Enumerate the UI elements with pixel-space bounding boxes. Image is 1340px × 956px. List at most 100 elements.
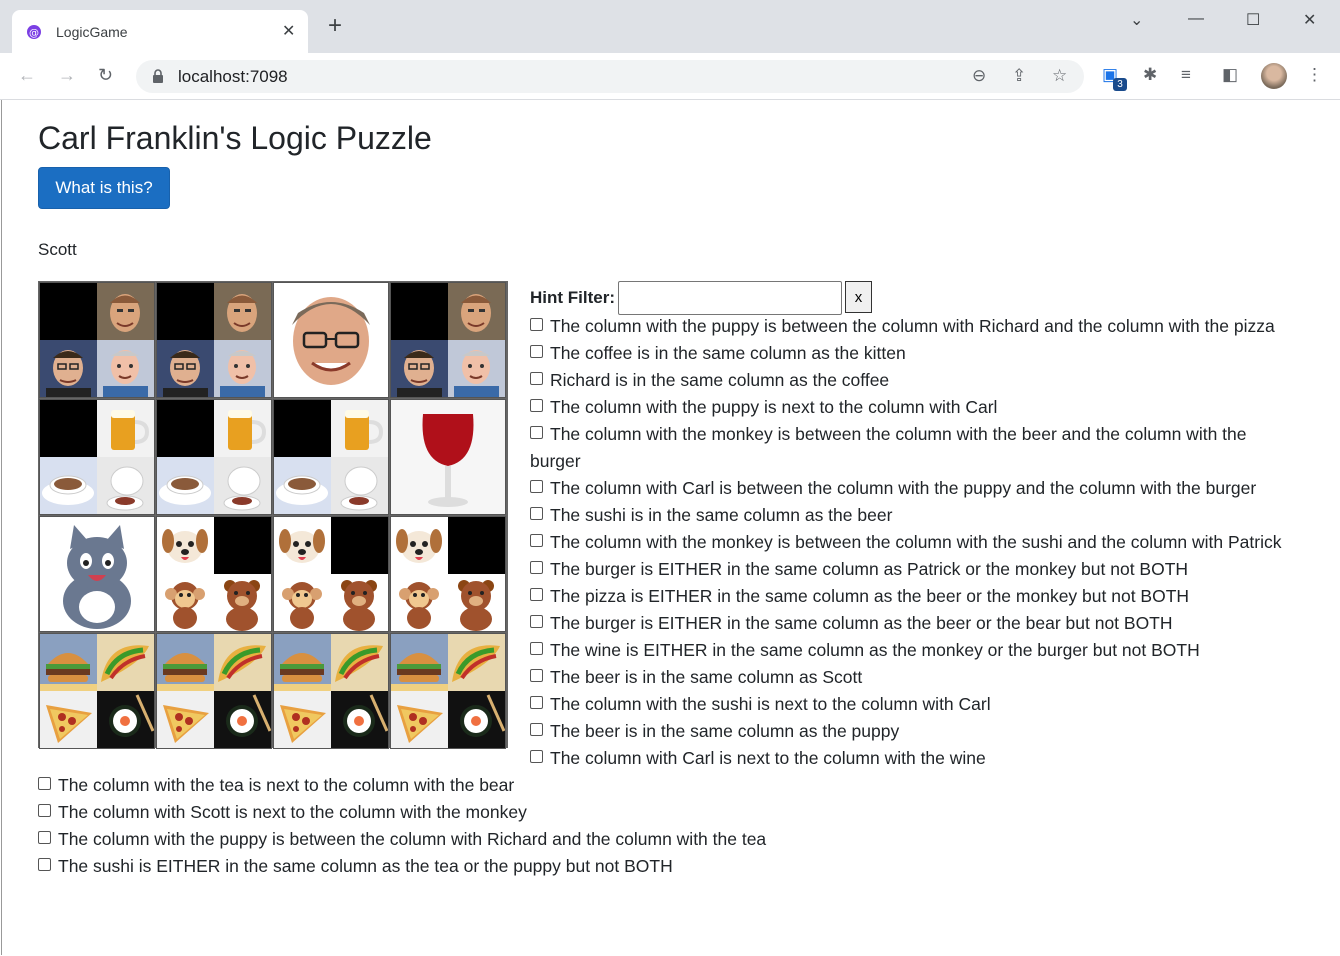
beer-icon[interactable] — [331, 400, 388, 457]
person-scott-icon[interactable] — [214, 340, 271, 397]
puppy-icon[interactable] — [274, 517, 331, 574]
person-patrick-icon[interactable] — [40, 340, 97, 397]
clue-checkbox[interactable] — [38, 831, 51, 844]
tab-search-icon[interactable]: ⌄ — [1130, 10, 1143, 30]
person-richard-icon[interactable] — [214, 283, 271, 340]
bear-icon[interactable] — [448, 574, 505, 631]
coffee-icon[interactable] — [40, 457, 97, 514]
blank-slot[interactable] — [157, 283, 214, 340]
clue-checkbox[interactable] — [530, 723, 543, 736]
clue-checkbox[interactable] — [530, 561, 543, 574]
person-patrick-icon[interactable] — [391, 340, 448, 397]
taco-icon[interactable] — [214, 634, 271, 691]
address-bar[interactable]: localhost:7098 ⊖ ⇪ ☆ — [136, 60, 1084, 93]
zoom-icon[interactable]: ⊖ — [972, 66, 986, 86]
close-window-icon[interactable]: ✕ — [1303, 10, 1316, 30]
blank-slot[interactable] — [331, 517, 388, 574]
tea-icon[interactable] — [97, 457, 154, 514]
taco-icon[interactable] — [97, 634, 154, 691]
person-scott-icon[interactable] — [448, 340, 505, 397]
tab-close-icon[interactable]: ✕ — [282, 21, 295, 41]
grid-cell[interactable] — [156, 516, 272, 632]
person-richard-icon[interactable] — [97, 283, 154, 340]
coffee-icon[interactable] — [274, 457, 331, 514]
grid-cell[interactable] — [390, 516, 506, 632]
grid-cell[interactable] — [390, 282, 506, 398]
clue-checkbox[interactable] — [530, 318, 543, 331]
clue-checkbox[interactable] — [530, 372, 543, 385]
clue-checkbox[interactable] — [530, 642, 543, 655]
side-panel-icon[interactable]: ◧ — [1222, 65, 1238, 85]
taco-icon[interactable] — [331, 634, 388, 691]
puzzle-extensions-icon[interactable]: ✱ — [1143, 65, 1157, 85]
grid-cell[interactable] — [273, 282, 389, 398]
person-richard-icon[interactable] — [448, 283, 505, 340]
clue-checkbox[interactable] — [530, 534, 543, 547]
grid-cell[interactable] — [39, 633, 155, 749]
grid-cell[interactable] — [39, 399, 155, 515]
monkey-icon[interactable] — [157, 574, 214, 631]
pizza-icon[interactable] — [157, 691, 214, 748]
clue-checkbox[interactable] — [530, 507, 543, 520]
sushi-icon[interactable] — [331, 691, 388, 748]
grid-cell[interactable] — [273, 516, 389, 632]
clue-checkbox[interactable] — [530, 669, 543, 682]
grid-cell[interactable] — [273, 399, 389, 515]
person-carl-icon[interactable] — [274, 283, 388, 397]
taco-icon[interactable] — [448, 634, 505, 691]
bear-icon[interactable] — [331, 574, 388, 631]
share-icon[interactable]: ⇪ — [1012, 66, 1026, 86]
coffee-icon[interactable] — [157, 457, 214, 514]
pizza-icon[interactable] — [274, 691, 331, 748]
clue-checkbox[interactable] — [530, 750, 543, 763]
grid-cell[interactable] — [273, 633, 389, 749]
back-icon[interactable]: ← — [18, 65, 36, 86]
clue-checkbox[interactable] — [530, 345, 543, 358]
clue-checkbox[interactable] — [530, 480, 543, 493]
forward-icon[interactable]: → — [58, 65, 76, 86]
burger-icon[interactable] — [391, 634, 448, 691]
grid-cell[interactable] — [156, 399, 272, 515]
clue-checkbox[interactable] — [530, 696, 543, 709]
grid-cell[interactable] — [390, 399, 506, 515]
wine-icon[interactable] — [391, 400, 505, 514]
blank-slot[interactable] — [40, 400, 97, 457]
clue-checkbox[interactable] — [530, 399, 543, 412]
blank-slot[interactable] — [40, 283, 97, 340]
monkey-icon[interactable] — [391, 574, 448, 631]
grid-cell[interactable] — [156, 282, 272, 398]
kitten-icon[interactable] — [40, 517, 154, 631]
tea-icon[interactable] — [214, 457, 271, 514]
grid-cell[interactable] — [390, 633, 506, 749]
blank-slot[interactable] — [214, 517, 271, 574]
grid-cell[interactable] — [156, 633, 272, 749]
burger-icon[interactable] — [40, 634, 97, 691]
sushi-icon[interactable] — [448, 691, 505, 748]
hint-clear-button[interactable]: x — [845, 281, 872, 313]
clue-checkbox[interactable] — [530, 615, 543, 628]
person-patrick-icon[interactable] — [157, 340, 214, 397]
menu-dots-icon[interactable]: ⋮ — [1306, 65, 1323, 85]
pizza-icon[interactable] — [40, 691, 97, 748]
grid-cell[interactable] — [39, 516, 155, 632]
new-tab-icon[interactable]: + — [328, 14, 342, 38]
burger-icon[interactable] — [157, 634, 214, 691]
sushi-icon[interactable] — [214, 691, 271, 748]
bear-icon[interactable] — [214, 574, 271, 631]
tea-icon[interactable] — [331, 457, 388, 514]
beer-icon[interactable] — [214, 400, 271, 457]
blank-slot[interactable] — [391, 283, 448, 340]
sushi-icon[interactable] — [97, 691, 154, 748]
browser-tab[interactable]: @ LogicGame ✕ — [12, 10, 308, 53]
clue-checkbox[interactable] — [38, 858, 51, 871]
puppy-icon[interactable] — [391, 517, 448, 574]
clue-checkbox[interactable] — [530, 588, 543, 601]
beer-icon[interactable] — [97, 400, 154, 457]
blank-slot[interactable] — [157, 400, 214, 457]
clue-checkbox[interactable] — [530, 426, 543, 439]
clue-checkbox[interactable] — [38, 777, 51, 790]
maximize-icon[interactable]: ☐ — [1246, 10, 1260, 30]
pizza-icon[interactable] — [391, 691, 448, 748]
hint-filter-input[interactable] — [618, 281, 842, 315]
burger-icon[interactable] — [274, 634, 331, 691]
